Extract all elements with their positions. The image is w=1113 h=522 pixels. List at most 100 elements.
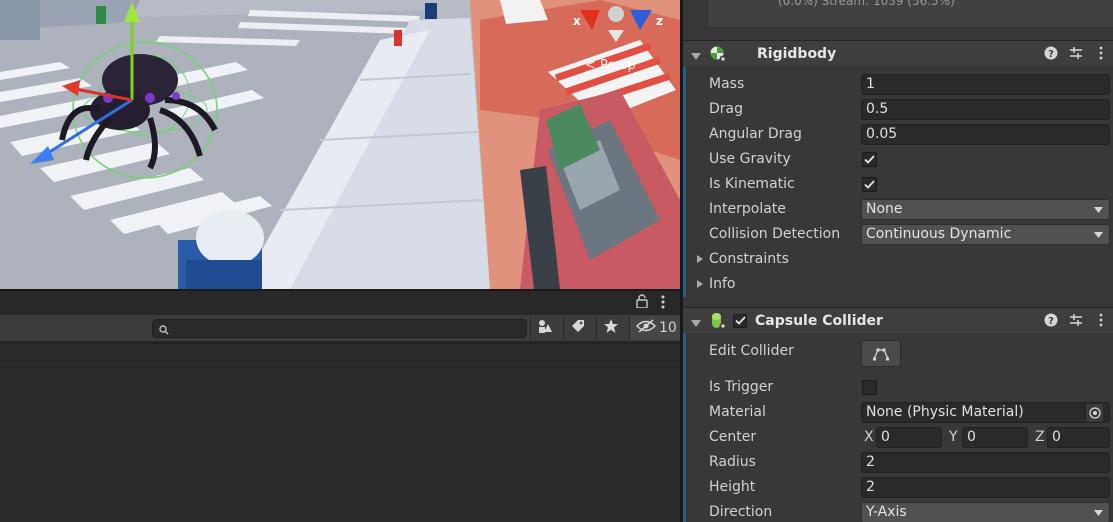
- fold-down-icon[interactable]: [691, 49, 701, 60]
- height-row: Height 2: [683, 475, 1113, 500]
- fold-down-icon[interactable]: [691, 316, 701, 327]
- fold-right-icon[interactable]: [696, 280, 704, 288]
- drag-row: Drag 0.5: [683, 97, 1113, 122]
- collision-detection-value: Continuous Dynamic: [866, 226, 1012, 242]
- radius-label: Radius: [709, 454, 756, 470]
- project-content-area[interactable]: [0, 343, 680, 522]
- shapes-icon: [537, 318, 553, 338]
- height-field[interactable]: 2: [861, 477, 1110, 498]
- radius-row: Radius 2: [683, 450, 1113, 475]
- search-input[interactable]: [152, 319, 527, 338]
- chevron-down-icon: [1094, 232, 1103, 238]
- svg-text:?: ?: [1048, 316, 1054, 327]
- checkmark-icon: [734, 316, 746, 325]
- collision-detection-row: Collision Detection Continuous Dynamic: [683, 222, 1113, 247]
- checkmark-icon: [864, 155, 875, 164]
- drag-label: Drag: [709, 101, 744, 117]
- direction-dropdown[interactable]: Y-Axis: [861, 502, 1110, 522]
- use-gravity-checkbox[interactable]: [862, 152, 877, 167]
- direction-row: Direction Y-Axis: [683, 500, 1113, 522]
- chevron-down-icon: [1094, 207, 1103, 213]
- constraints-foldout[interactable]: Constraints: [683, 247, 1113, 272]
- stats-text: (0.0%) Stream: 1039 (56.5%): [778, 0, 955, 8]
- use-gravity-row: Use Gravity: [683, 147, 1113, 172]
- mass-row: Mass 1: [683, 72, 1113, 97]
- collision-detection-dropdown[interactable]: Continuous Dynamic: [861, 224, 1110, 245]
- chevron-down-icon: [1094, 510, 1103, 516]
- star-icon: [603, 318, 619, 338]
- radius-field[interactable]: 2: [861, 452, 1110, 473]
- material-label: Material: [709, 404, 766, 420]
- favorites-button[interactable]: [596, 316, 624, 340]
- info-label[interactable]: Info: [709, 276, 736, 292]
- interpolate-value: None: [866, 201, 903, 217]
- is-trigger-checkbox[interactable]: [862, 380, 877, 395]
- angular-drag-row: Angular Drag 0.05: [683, 122, 1113, 147]
- preset-icon[interactable]: [1069, 45, 1083, 61]
- edit-collider-label: Edit Collider: [709, 343, 794, 359]
- project-toolbar: 10: [0, 315, 680, 342]
- mass-label: Mass: [709, 76, 745, 92]
- height-label: Height: [709, 479, 756, 495]
- inspector-panel: (0.0%) Stream: 1039 (56.5%) Rigidbody ? …: [680, 0, 1113, 522]
- edit-collider-row: Edit Collider: [683, 339, 1113, 369]
- hidden-packages-toggle[interactable]: 10: [629, 316, 680, 340]
- more-options-icon[interactable]: [658, 294, 668, 310]
- drag-field[interactable]: 0.5: [861, 99, 1110, 120]
- material-row: Material None (Physic Material): [683, 400, 1113, 425]
- selection-indicator: [683, 67, 686, 297]
- info-foldout[interactable]: Info: [683, 272, 1113, 297]
- material-field[interactable]: None (Physic Material): [861, 402, 1110, 423]
- kebab-menu-icon[interactable]: [1094, 45, 1108, 61]
- angular-drag-label: Angular Drag: [709, 126, 802, 142]
- capsule-collider-title: Capsule Collider: [755, 312, 883, 329]
- object-picker-icon[interactable]: [1085, 404, 1103, 422]
- capsule-collider-icon: [709, 312, 727, 330]
- eye-slash-icon: [636, 319, 656, 337]
- direction-label: Direction: [709, 504, 773, 520]
- hidden-count: 10: [659, 320, 677, 336]
- tag-icon: [570, 318, 586, 338]
- mass-field[interactable]: 1: [861, 74, 1110, 95]
- constraints-label[interactable]: Constraints: [709, 251, 789, 267]
- filter-by-label-button[interactable]: [563, 316, 591, 340]
- kebab-menu-icon[interactable]: [1094, 312, 1108, 328]
- lock-icon[interactable]: [636, 294, 648, 309]
- perspective-toggle[interactable]: < Persp: [585, 58, 636, 73]
- capsule-collider-header[interactable]: Capsule Collider ?: [683, 307, 1113, 333]
- center-x-label: X: [864, 429, 874, 445]
- direction-value: Y-Axis: [866, 504, 907, 520]
- interpolate-row: Interpolate None: [683, 197, 1113, 222]
- center-y-field[interactable]: 0: [962, 427, 1028, 448]
- fold-right-icon[interactable]: [696, 255, 704, 263]
- rigidbody-header[interactable]: Rigidbody ?: [683, 40, 1113, 66]
- is-kinematic-label: Is Kinematic: [709, 176, 795, 192]
- selection-indicator: [683, 333, 686, 522]
- interpolate-dropdown[interactable]: None: [861, 199, 1110, 220]
- collision-detection-label: Collision Detection: [709, 226, 841, 242]
- preset-icon[interactable]: [1069, 312, 1083, 328]
- help-icon[interactable]: ?: [1044, 45, 1058, 61]
- is-kinematic-checkbox[interactable]: [862, 177, 877, 192]
- center-label: Center: [709, 429, 757, 445]
- hierarchy-panel: 10: [0, 289, 680, 522]
- help-icon[interactable]: ?: [1044, 312, 1058, 328]
- scene-view[interactable]: x z < Persp: [0, 0, 680, 289]
- angular-drag-field[interactable]: 0.05: [861, 124, 1110, 145]
- is-trigger-label: Is Trigger: [709, 379, 774, 395]
- gizmo-x-label[interactable]: x: [573, 14, 581, 28]
- use-gravity-label: Use Gravity: [709, 151, 791, 167]
- gizmo-z-label[interactable]: z: [656, 14, 663, 28]
- center-y-label: Y: [949, 429, 958, 445]
- material-value: None (Physic Material): [866, 404, 1024, 420]
- rigidbody-icon: [709, 45, 727, 63]
- checkmark-icon: [864, 180, 875, 189]
- edit-collider-button[interactable]: [861, 340, 901, 367]
- panel-tab-bar: [0, 291, 680, 315]
- center-z-field[interactable]: 0: [1047, 427, 1110, 448]
- edit-collider-icon: [873, 348, 889, 360]
- filter-by-type-button[interactable]: [530, 316, 558, 340]
- capsule-collider-enabled-checkbox[interactable]: [733, 313, 747, 328]
- center-x-field[interactable]: 0: [876, 427, 942, 448]
- stats-box: (0.0%) Stream: 1039 (56.5%): [707, 0, 1113, 28]
